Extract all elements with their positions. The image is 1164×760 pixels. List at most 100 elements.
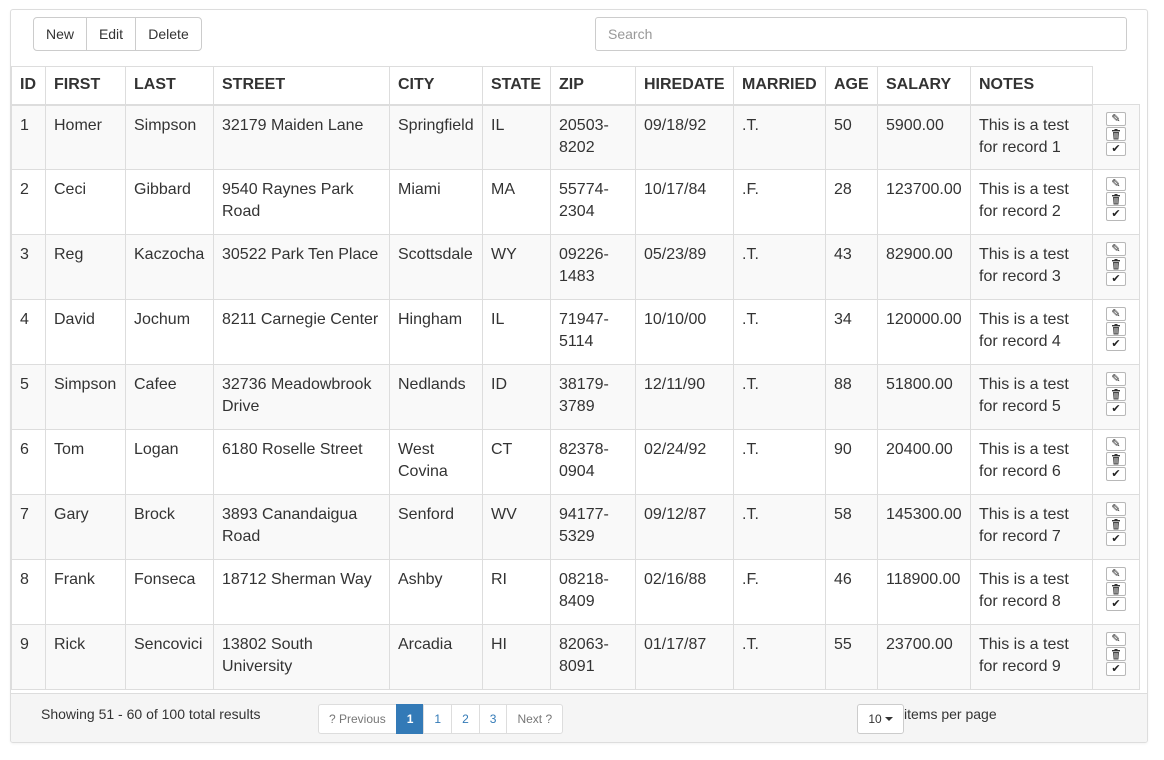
cell-city: Arcadia	[389, 624, 483, 690]
next-page-button[interactable]: Next ?	[506, 704, 564, 734]
cell-hiredate: 02/24/92	[635, 429, 734, 495]
cell-id: 7	[11, 494, 46, 560]
table-row[interactable]: 1 Homer Simpson 32179 Maiden Lane Springfiel…	[11, 104, 1140, 170]
pencil-icon[interactable]: ✎	[1106, 567, 1126, 581]
table-row[interactable]: 2 Ceci Gibbard 9540 Raynes Park Road Miami MA…	[11, 169, 1140, 235]
pencil-icon[interactable]: ✎	[1106, 372, 1126, 386]
check-icon[interactable]: ✔	[1106, 272, 1126, 286]
cell-age: 58	[825, 494, 878, 560]
cell-last: Gibbard	[125, 169, 214, 235]
check-icon[interactable]: ✔	[1106, 337, 1126, 351]
cell-married: .T.	[733, 624, 826, 690]
cell-age: 34	[825, 299, 878, 365]
cell-last: Logan	[125, 429, 214, 495]
pencil-icon[interactable]: ✎	[1106, 242, 1126, 256]
edit-button[interactable]: Edit	[86, 17, 136, 51]
cell-salary: 120000.00	[877, 299, 971, 365]
check-icon[interactable]: ✔	[1106, 207, 1126, 221]
cell-street: 30522 Park Ten Place	[213, 234, 390, 300]
page-button[interactable]: 2	[451, 704, 480, 734]
row-actions: ✎ ✔	[1092, 559, 1140, 625]
trash-icon[interactable]	[1106, 452, 1126, 466]
cell-married: .F.	[733, 559, 826, 625]
column-header-hiredate[interactable]: HIREDATE	[635, 66, 734, 106]
pencil-icon[interactable]: ✎	[1106, 112, 1126, 126]
cell-first: Tom	[45, 429, 126, 495]
check-icon[interactable]: ✔	[1106, 597, 1126, 611]
pencil-icon[interactable]: ✎	[1106, 632, 1126, 646]
cell-first: Gary	[45, 494, 126, 560]
pencil-icon[interactable]: ✎	[1106, 307, 1126, 321]
check-icon[interactable]: ✔	[1106, 142, 1126, 156]
cell-street: 32179 Maiden Lane	[213, 104, 390, 170]
column-header-salary[interactable]: SALARY	[877, 66, 971, 106]
previous-page-button[interactable]: ? Previous	[318, 704, 397, 734]
cell-city: Senford	[389, 494, 483, 560]
delete-button[interactable]: Delete	[135, 17, 202, 51]
row-actions: ✎ ✔	[1092, 299, 1140, 365]
trash-icon[interactable]	[1106, 257, 1126, 271]
pencil-icon[interactable]: ✎	[1106, 437, 1126, 451]
cell-zip: 38179-3789	[550, 364, 636, 430]
per-page-dropdown[interactable]: 10	[857, 704, 904, 734]
column-header-id[interactable]: ID	[11, 66, 46, 106]
cell-street: 18712 Sherman Way	[213, 559, 390, 625]
column-header-married[interactable]: MARRIED	[733, 66, 826, 106]
cell-state: IL	[482, 299, 551, 365]
column-header-first[interactable]: FIRST	[45, 66, 126, 106]
cell-hiredate: 09/18/92	[635, 104, 734, 170]
cell-married: .T.	[733, 364, 826, 430]
cell-age: 50	[825, 104, 878, 170]
cell-age: 55	[825, 624, 878, 690]
column-header-city[interactable]: CITY	[389, 66, 483, 106]
trash-icon[interactable]	[1106, 647, 1126, 661]
new-button[interactable]: New	[33, 17, 87, 51]
cell-city: Ashby	[389, 559, 483, 625]
cell-last: Simpson	[125, 104, 214, 170]
trash-icon[interactable]	[1106, 582, 1126, 596]
cell-id: 5	[11, 364, 46, 430]
caret-down-icon	[884, 717, 893, 721]
column-header-street[interactable]: STREET	[213, 66, 390, 106]
table-row[interactable]: 7 Gary Brock 3893 Canandaigua Road Senford WV…	[11, 494, 1140, 560]
per-page-value: 10	[868, 712, 882, 726]
cell-city: Springfield	[389, 104, 483, 170]
check-icon[interactable]: ✔	[1106, 532, 1126, 546]
column-header-age[interactable]: AGE	[825, 66, 878, 106]
cell-hiredate: 01/17/87	[635, 624, 734, 690]
cell-notes: This is a test for record 3	[970, 234, 1093, 300]
table-row[interactable]: 9 Rick Sencovici 13802 South University Arca…	[11, 624, 1140, 690]
page-button[interactable]: 3	[478, 704, 508, 734]
trash-icon[interactable]	[1106, 192, 1126, 206]
column-header-last[interactable]: LAST	[125, 66, 214, 106]
pencil-icon[interactable]: ✎	[1106, 502, 1126, 516]
trash-icon[interactable]	[1106, 517, 1126, 531]
cell-salary: 123700.00	[877, 169, 971, 235]
cell-street: 6180 Roselle Street	[213, 429, 390, 495]
column-header-zip[interactable]: ZIP	[550, 66, 636, 106]
check-icon[interactable]: ✔	[1106, 662, 1126, 676]
cell-street: 32736 Meadowbrook Drive	[213, 364, 390, 430]
cell-salary: 118900.00	[877, 559, 971, 625]
table-row[interactable]: 8 Frank Fonseca 18712 Sherman Way Ashby RI 082…	[11, 559, 1140, 625]
row-actions: ✎ ✔	[1092, 364, 1140, 430]
pencil-icon[interactable]: ✎	[1106, 177, 1126, 191]
table-row[interactable]: 3 Reg Kaczocha 30522 Park Ten Place Scottsda…	[11, 234, 1140, 300]
column-header-state[interactable]: STATE	[482, 66, 551, 106]
column-header-notes[interactable]: NOTES	[970, 66, 1093, 106]
table-row[interactable]: 6 Tom Logan 6180 Roselle Street West Covina C…	[11, 429, 1140, 495]
trash-icon[interactable]	[1106, 387, 1126, 401]
page-button[interactable]: 1	[423, 704, 453, 734]
table-row[interactable]: 5 Simpson Cafee 32736 Meadowbrook Drive Nedl…	[11, 364, 1140, 430]
check-icon[interactable]: ✔	[1106, 402, 1126, 416]
cell-notes: This is a test for record 8	[970, 559, 1093, 625]
page-button[interactable]: 1	[395, 704, 425, 734]
check-icon[interactable]: ✔	[1106, 467, 1126, 481]
cell-hiredate: 10/17/84	[635, 169, 734, 235]
trash-icon[interactable]	[1106, 322, 1126, 336]
cell-salary: 20400.00	[877, 429, 971, 495]
table-row[interactable]: 4 David Jochum 8211 Carnegie Center Hingham I…	[11, 299, 1140, 365]
trash-icon[interactable]	[1106, 127, 1126, 141]
search-input[interactable]	[595, 17, 1127, 51]
cell-notes: This is a test for record 2	[970, 169, 1093, 235]
